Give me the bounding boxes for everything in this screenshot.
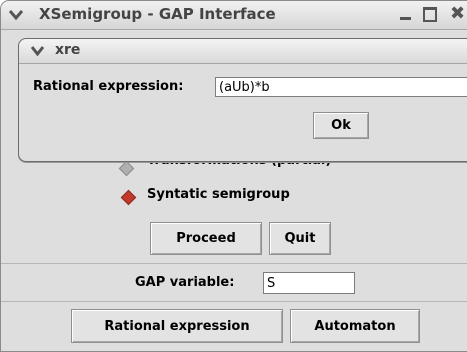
gap-variable-label: GAP variable:	[135, 275, 235, 290]
ok-button[interactable]: Ok	[313, 112, 369, 139]
chevron-down-icon[interactable]	[9, 8, 23, 22]
divider	[1, 301, 467, 302]
gap-variable-input[interactable]	[263, 272, 355, 294]
window-title: XSemigroup - GAP Interface	[39, 5, 276, 23]
window-titlebar[interactable]: XSemigroup - GAP Interface ✖	[1, 1, 467, 30]
maximize-icon[interactable]	[423, 7, 437, 22]
rational-expression-button[interactable]: Rational expression	[71, 309, 283, 343]
radio-transformations-partial[interactable]	[118, 160, 135, 177]
rational-expression-label: Rational expression:	[33, 79, 184, 94]
radio-syntactic-semigroup-label: Syntatic semigroup	[147, 187, 290, 202]
divider	[1, 263, 467, 264]
dialog-titlebar[interactable]: xre	[19, 39, 467, 64]
dialog-title: xre	[55, 42, 81, 58]
proceed-button[interactable]: Proceed	[150, 222, 262, 255]
xre-dialog: xre Rational expression: Ok	[18, 38, 467, 162]
rational-expression-input[interactable]	[215, 77, 467, 97]
radio-syntactic-semigroup[interactable]	[120, 189, 137, 206]
chevron-down-icon[interactable]	[31, 45, 44, 57]
minimize-icon[interactable]	[400, 17, 411, 20]
close-icon[interactable]: ✖	[450, 4, 465, 24]
quit-button[interactable]: Quit	[269, 222, 331, 255]
automaton-button[interactable]: Automaton	[290, 309, 420, 343]
